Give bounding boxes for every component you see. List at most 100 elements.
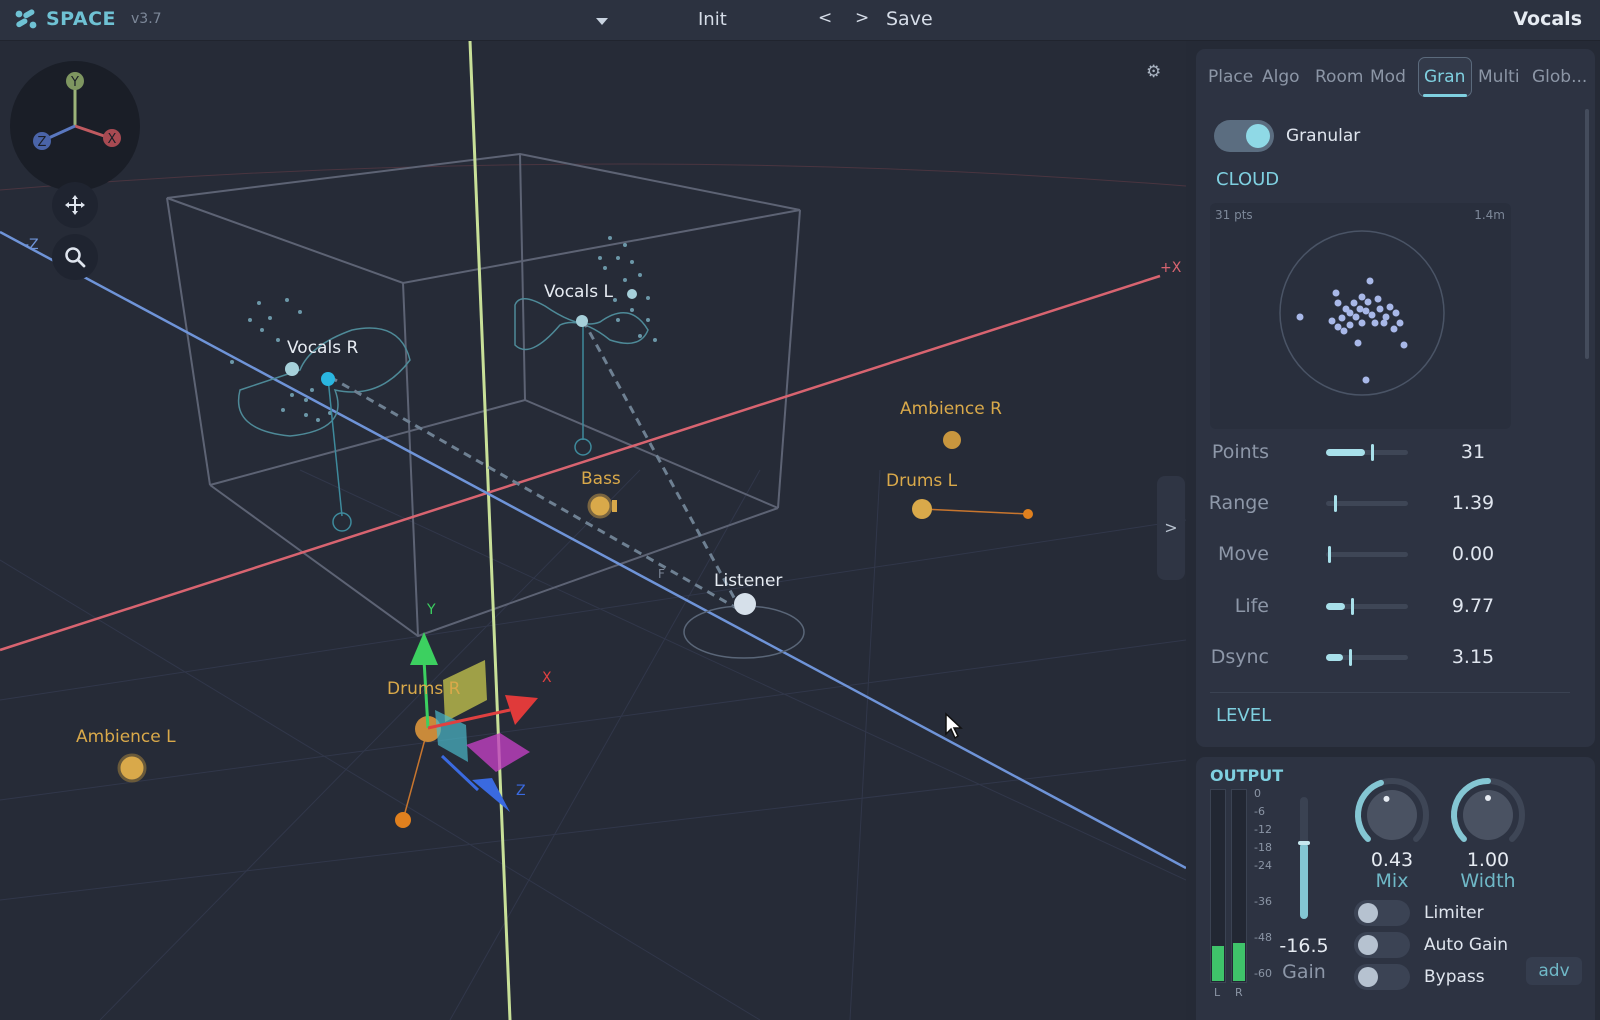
tab-place[interactable]: Place: [1208, 67, 1253, 87]
source-label-drums-l[interactable]: Drums L: [886, 471, 957, 491]
output-panel: OUTPUT 0 -6 -12 -18 -24 -36 -48 -60 L R …: [1196, 757, 1595, 1020]
param-value-range[interactable]: 1.39: [1438, 492, 1508, 514]
meter-scale-12: -12: [1254, 823, 1272, 836]
granular-toggle-knob: [1246, 124, 1270, 148]
drums-r-line: [402, 727, 429, 821]
listener-front-mark: F: [658, 567, 665, 581]
param-label-move: Move: [1218, 543, 1269, 565]
source-label-drums-r[interactable]: Drums R: [387, 679, 461, 699]
tab-gran[interactable]: Gran: [1424, 67, 1465, 87]
3d-viewport[interactable]: Vocals L Vocals R Ambience R Bass Drums …: [0, 41, 1186, 1020]
bass-tick: [612, 500, 617, 512]
limiter-label: Limiter: [1424, 903, 1484, 923]
logo-icon: [15, 9, 37, 29]
ambience-l-node[interactable]: [117, 753, 147, 783]
tab-global[interactable]: Glob...: [1532, 67, 1587, 87]
source-label-ambience-l[interactable]: Ambience L: [76, 727, 176, 747]
meter-right: [1231, 789, 1247, 983]
listener-node[interactable]: [734, 593, 756, 615]
gizmo-z-arrow[interactable]: [472, 778, 510, 812]
mix-value[interactable]: 0.43: [1352, 849, 1432, 871]
mix-label: Mix: [1375, 870, 1409, 892]
source-label-vocals-r[interactable]: Vocals R: [287, 338, 358, 358]
output-title: OUTPUT: [1210, 766, 1284, 785]
meter-scale-6: -6: [1254, 805, 1265, 818]
source-label-listener[interactable]: Listener: [714, 571, 782, 591]
expand-panel-button[interactable]: >: [1157, 476, 1185, 580]
gain-fader[interactable]: [1298, 797, 1310, 919]
bass-node[interactable]: [587, 493, 613, 519]
bypass-toggle[interactable]: [1354, 964, 1410, 990]
gizmo-y-label: Y: [427, 602, 436, 618]
move-icon: [65, 195, 85, 215]
gizmo-xz-plane[interactable]: [466, 733, 530, 772]
neg-z-axis-label: -Z: [24, 237, 39, 253]
save-button[interactable]: Save: [886, 8, 933, 30]
life-slider[interactable]: [1326, 596, 1408, 616]
width-knob[interactable]: [1448, 775, 1528, 855]
space-plugin-window: SPACE v3.7 Init < > Save Vocals Vocals L…: [0, 0, 1600, 1020]
gain-label: Gain: [1282, 961, 1326, 983]
width-value[interactable]: 1.00: [1448, 849, 1528, 871]
param-label-points: Points: [1211, 441, 1269, 463]
drums-l-target[interactable]: [1023, 509, 1033, 519]
param-label-life: Life: [1234, 595, 1269, 617]
drums-l-node[interactable]: [912, 499, 932, 519]
gizmo-z-shaft: [440, 754, 480, 792]
ambience-r-node[interactable]: [943, 431, 961, 449]
active-tab-underline: [1423, 94, 1467, 97]
param-value-dsync[interactable]: 3.15: [1438, 646, 1508, 668]
tab-room[interactable]: Room: [1315, 67, 1363, 87]
drums-r-target[interactable]: [395, 812, 411, 828]
range-slider[interactable]: [1326, 493, 1408, 513]
width-label: Width: [1460, 870, 1516, 892]
source-label-ambience-r[interactable]: Ambience R: [900, 399, 1002, 419]
panel-scrollbar[interactable]: [1585, 109, 1589, 359]
zoom-tool-button[interactable]: [52, 234, 98, 280]
vocals-r-handle[interactable]: [285, 362, 299, 376]
gear-icon[interactable]: ⚙: [1146, 62, 1161, 82]
auto-gain-toggle[interactable]: [1354, 932, 1410, 958]
chevron-down-icon[interactable]: [594, 14, 610, 28]
version-label: v3.7: [131, 11, 162, 27]
source-label-vocals-l[interactable]: Vocals L: [544, 282, 613, 302]
meter-scale-36: -36: [1254, 895, 1272, 908]
granular-toggle[interactable]: [1214, 120, 1274, 152]
preset-next-button[interactable]: >: [855, 8, 869, 28]
param-label-dsync: Dsync: [1210, 646, 1269, 668]
y-axis-line: [468, 41, 512, 1020]
granular-toggle-label: Granular: [1286, 126, 1361, 146]
gizmo-axis-z[interactable]: Z: [38, 135, 47, 150]
points-slider[interactable]: [1326, 442, 1408, 462]
move-slider[interactable]: [1326, 544, 1408, 564]
preset-name[interactable]: Init: [698, 9, 727, 30]
dsync-slider[interactable]: [1326, 647, 1408, 667]
param-value-points[interactable]: 31: [1438, 441, 1508, 463]
vocals-l-shadow: [574, 438, 592, 456]
tab-mod[interactable]: Mod: [1370, 67, 1406, 87]
vocals-l-node[interactable]: [576, 315, 588, 327]
cloud-scatter: [1279, 230, 1445, 396]
gain-value[interactable]: -16.5: [1264, 935, 1344, 957]
level-divider: [1210, 692, 1570, 693]
vocals-r-node[interactable]: [321, 372, 335, 386]
adv-button[interactable]: adv: [1526, 957, 1582, 985]
vocals-l-handle[interactable]: [627, 289, 637, 299]
orientation-gizmo[interactable]: Y X Z: [10, 61, 140, 191]
limiter-toggle[interactable]: [1354, 900, 1410, 926]
mix-knob[interactable]: [1352, 775, 1432, 855]
source-label-bass[interactable]: Bass: [581, 469, 621, 489]
panel-tabs: Place Algo Room Mod Gran Multi Glob...: [1196, 49, 1595, 101]
z-axis-line: [0, 230, 1186, 870]
param-value-life[interactable]: 9.77: [1438, 595, 1508, 617]
move-tool-button[interactable]: [52, 182, 98, 228]
gizmo-axis-x[interactable]: X: [108, 132, 117, 147]
gizmo-axis-y[interactable]: Y: [70, 75, 79, 90]
tab-algo[interactable]: Algo: [1262, 67, 1300, 87]
preset-prev-button[interactable]: <: [818, 8, 832, 28]
param-value-move[interactable]: 0.00: [1438, 543, 1508, 565]
tab-multi[interactable]: Multi: [1478, 67, 1520, 87]
cloud-preview[interactable]: 31 pts 1.4m: [1210, 203, 1511, 429]
scene-canvas[interactable]: [0, 41, 1186, 1020]
ground-grid: [0, 469, 1186, 1020]
